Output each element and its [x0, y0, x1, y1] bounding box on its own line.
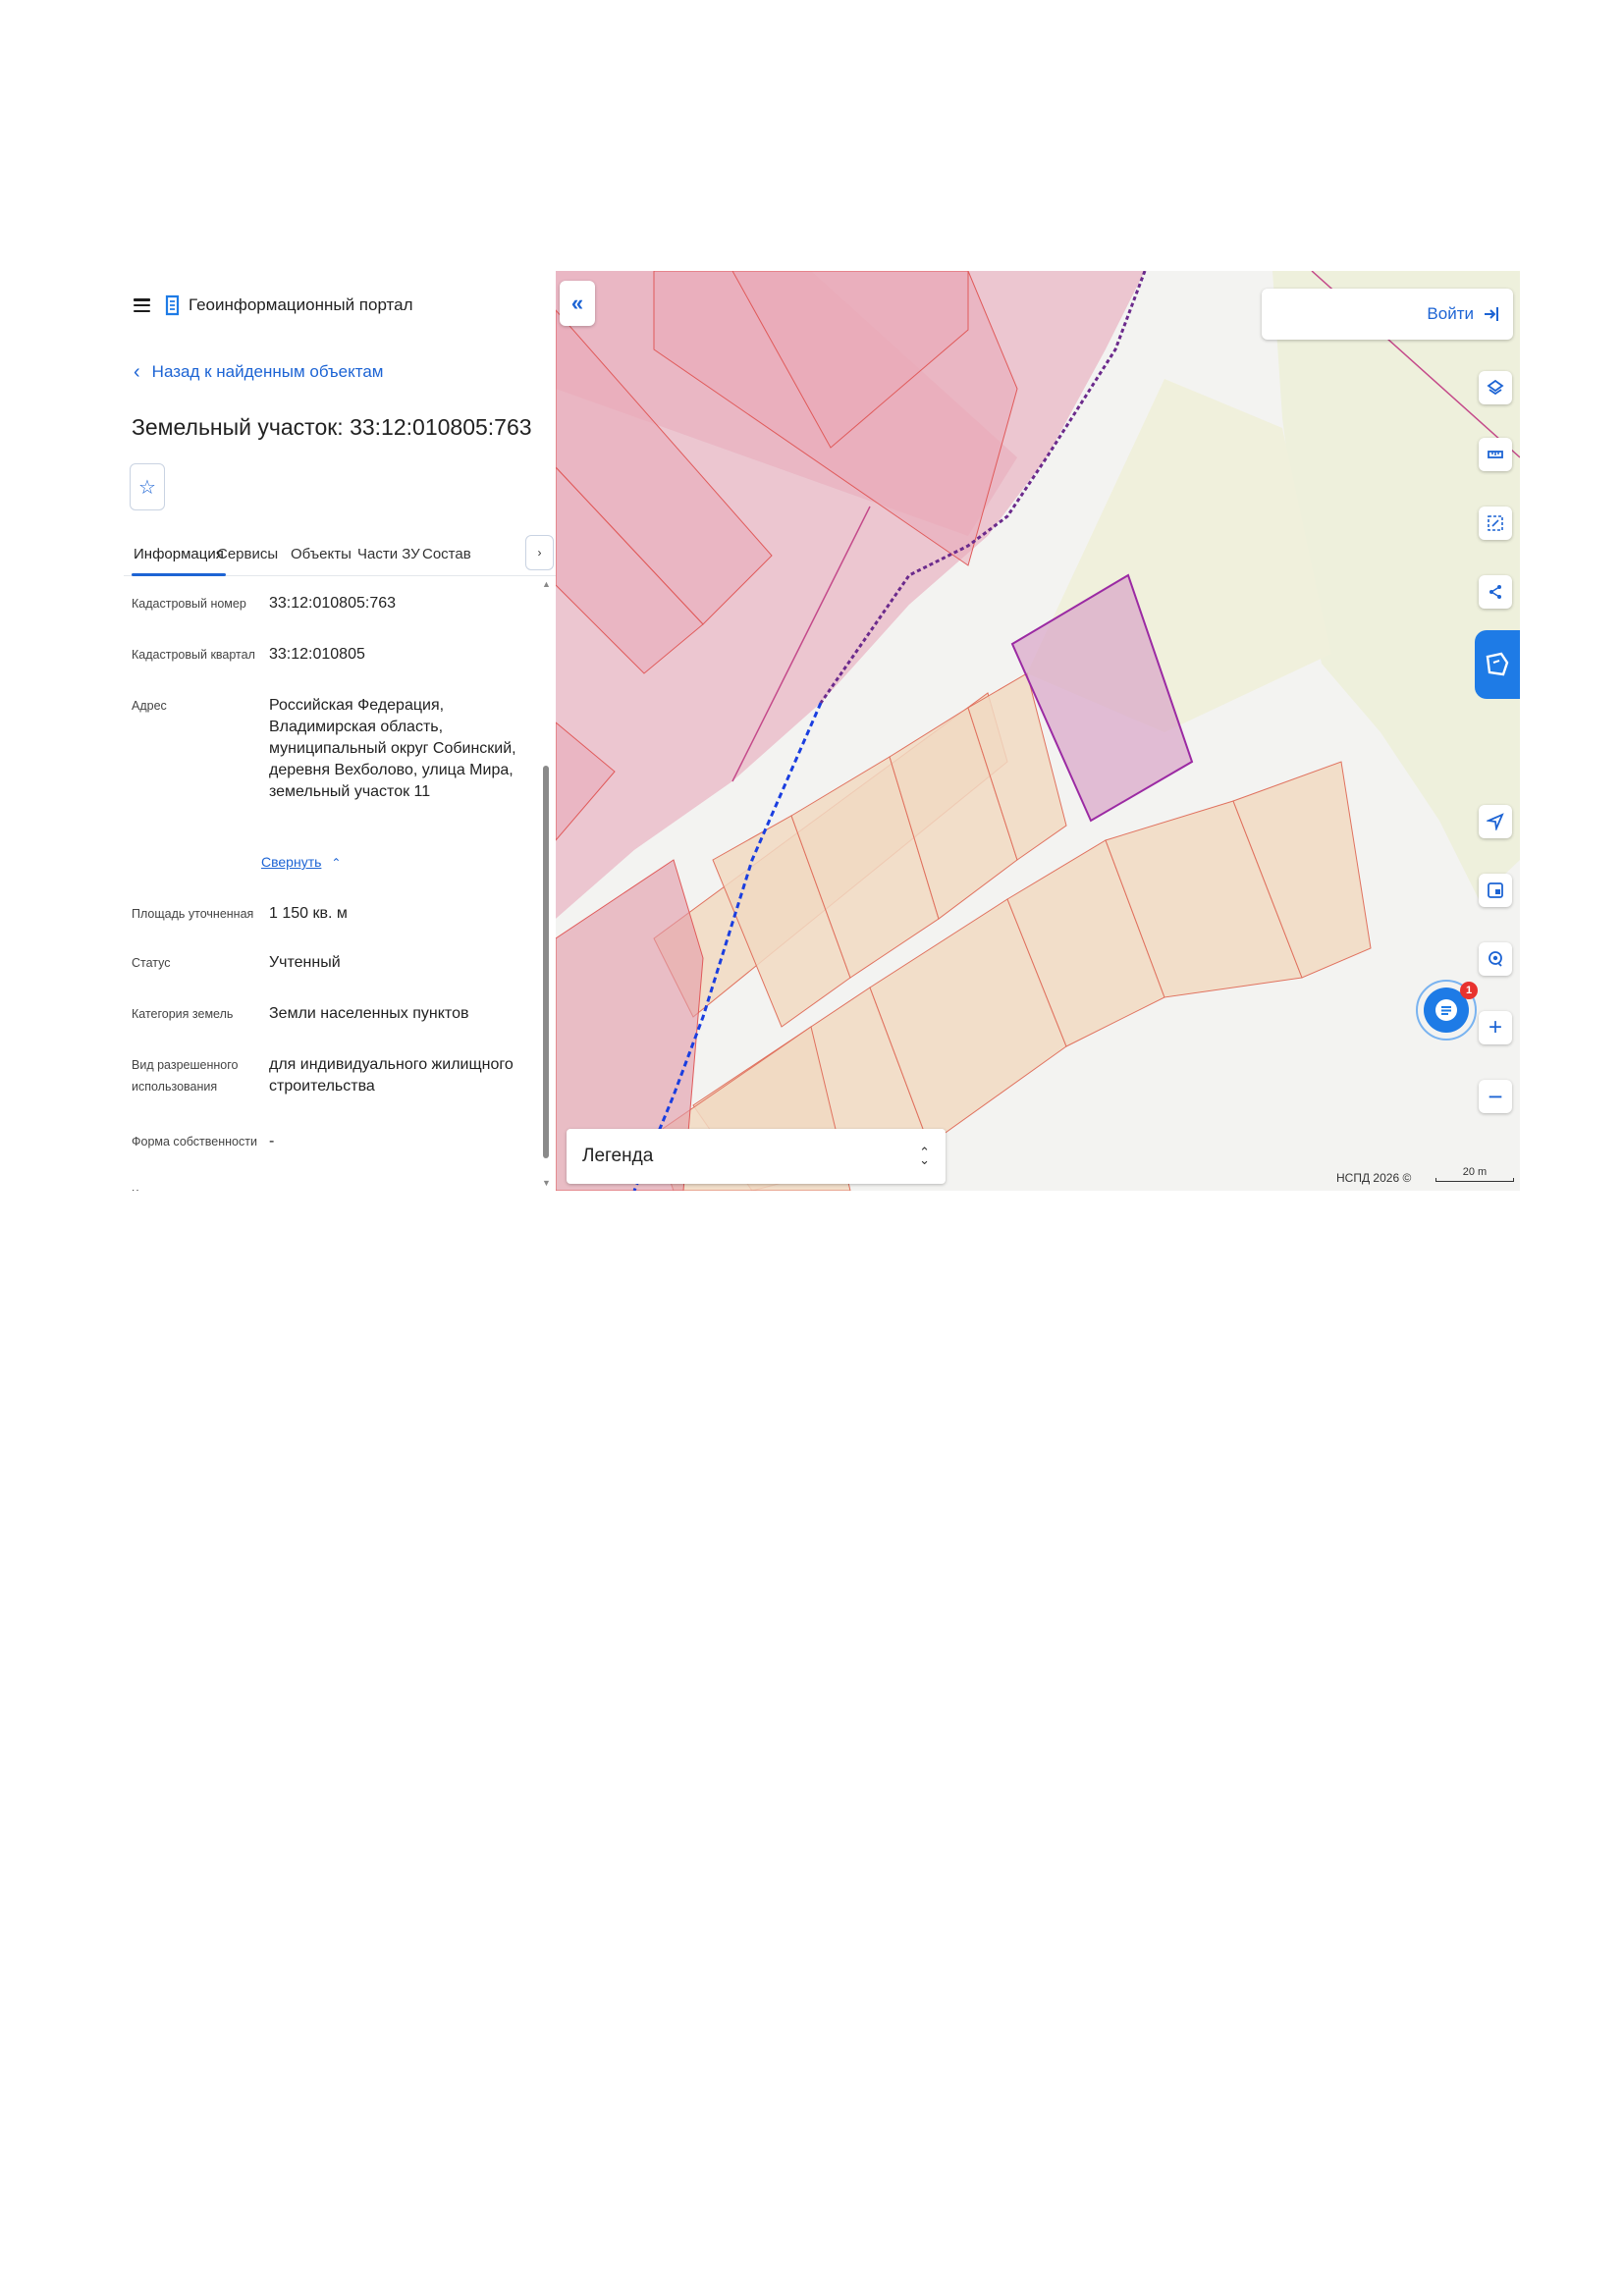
zoom-out-icon: − [1488, 1082, 1503, 1111]
address-line: деревня Вехболово, улица Мира, [269, 762, 514, 778]
detail-value: 1 150 кв. м [269, 905, 348, 922]
detail-value: - [269, 1133, 275, 1149]
star-icon: ☆ [138, 476, 156, 499]
tabs-scroll-right-button[interactable]: › [525, 535, 554, 570]
detail-value-multiline: для индивидуального жилищного строительс… [269, 1054, 524, 1097]
detail-value: Земли населенных пунктов [269, 1005, 469, 1022]
detail-key: Статус [132, 956, 171, 970]
chat-icon [1435, 999, 1457, 1021]
address-line: Российская Федерация, [269, 697, 445, 714]
map-scale: 20 m [1435, 1166, 1514, 1182]
select-area-button[interactable] [1479, 507, 1512, 540]
tab-composition[interactable]: Состав [422, 546, 471, 562]
detail-key: Площадь уточненная [132, 907, 254, 921]
zoom-out-button[interactable]: − [1479, 1080, 1512, 1113]
value-line: строительства [269, 1078, 375, 1095]
detail-key: Адрес [132, 699, 167, 713]
back-link-label: Назад к найденным объектам [151, 362, 384, 381]
key-line: Вид разрешенного [132, 1058, 239, 1072]
pin-search-icon [1489, 951, 1502, 967]
share-button[interactable] [1479, 575, 1512, 609]
portal-logo-icon [165, 294, 180, 316]
portal-brand[interactable]: Геоинформационный портал [189, 295, 413, 315]
address-line: муниципальный округ Собинский, [269, 740, 516, 757]
favorite-button[interactable]: ☆ [130, 463, 165, 510]
value-line: для индивидуального жилищного [269, 1056, 514, 1073]
tab-objects[interactable]: Объекты [291, 546, 352, 562]
legend-label: Легенда [582, 1146, 654, 1166]
scale-label: 20 m [1462, 1166, 1488, 1178]
detail-value: - [269, 1184, 524, 1191]
tab-information[interactable]: Информация [132, 546, 226, 576]
side-panel-tab[interactable] [1475, 630, 1520, 699]
key-line: использования [132, 1080, 218, 1094]
legend-dropdown[interactable]: Легенда ⌃ ⌄ [567, 1129, 946, 1184]
detail-value: Учтенный [269, 954, 341, 971]
tab-parts[interactable]: Части ЗУ [357, 546, 420, 562]
chat-notification-badge: 1 [1460, 982, 1478, 999]
detail-key: Кадастровый квартал [132, 648, 255, 662]
measure-button[interactable] [1479, 438, 1512, 471]
detail-key: Категория земель [132, 1007, 234, 1021]
collapse-address-link[interactable]: Свернуть ⌃ [261, 854, 341, 870]
detail-value: 33:12:010805:763 [269, 595, 397, 612]
details-list: Кадастровый номер 33:12:010805:763 Кадас… [124, 575, 546, 1191]
address-line: Владимирская область, [269, 719, 444, 735]
geolocation-button[interactable] [1479, 805, 1512, 838]
detail-key: Кадастровый номер [132, 597, 246, 611]
minimap-icon [1488, 882, 1503, 898]
select-area-icon [1488, 515, 1503, 531]
panel-scrollbar[interactable]: ▲ ▼ [542, 579, 551, 1188]
tab-services[interactable]: Сервисы [217, 546, 278, 562]
address-line: земельный участок 11 [269, 783, 431, 800]
layers-icon [1487, 379, 1504, 396]
app-header: Геоинформационный портал [134, 291, 413, 320]
scale-bar [1435, 1178, 1514, 1182]
pin-search-button[interactable] [1479, 942, 1512, 976]
zoom-in-icon: + [1488, 1014, 1502, 1041]
scrollbar-thumb[interactable] [543, 766, 549, 1158]
screenshot-frame: Геоинформационный портал ‹ Назад к найде… [124, 271, 1520, 1191]
chevron-left-icon: ‹ [134, 361, 140, 383]
map-view[interactable]: « Войти + − 1 Легенда ⌃ ⌄ НСПД 2026 © 20… [556, 271, 1520, 1191]
map-attribution: НСПД 2026 © [1336, 1171, 1412, 1185]
login-icon [1485, 307, 1498, 321]
scroll-up-arrow-icon[interactable]: ▲ [542, 579, 551, 589]
detail-value: 33:12:010805 [269, 646, 365, 663]
map-canvas[interactable] [556, 271, 1520, 1191]
zoom-in-button[interactable]: + [1479, 1011, 1512, 1044]
page-title: Земельный участок: 33:12:010805:763 [132, 414, 532, 440]
share-icon [1489, 585, 1501, 599]
chat-button[interactable]: 1 [1416, 980, 1478, 1041]
detail-value-address: Российская Федерация, Владимирская облас… [269, 695, 524, 803]
double-chevron-left-icon: « [570, 291, 584, 315]
login-button[interactable]: Войти [1262, 289, 1513, 340]
map-region-icon [1486, 652, 1509, 676]
collapse-panel-button[interactable]: « [560, 281, 595, 326]
tab-bar: Информация Сервисы Объекты Части ЗУ Сост… [124, 532, 556, 576]
scroll-down-arrow-icon[interactable]: ▼ [542, 1178, 551, 1188]
object-info-panel: Геоинформационный портал ‹ Назад к найде… [124, 271, 556, 1191]
detail-key: Форма собственности [132, 1135, 257, 1148]
ruler-icon [1488, 451, 1503, 458]
menu-icon[interactable] [134, 298, 150, 312]
collapse-label: Свернуть [261, 854, 322, 870]
expand-collapse-icon: ⌃ ⌄ [919, 1145, 930, 1167]
detail-key-multiline: Вид разрешенного использования [132, 1054, 259, 1097]
minimap-button[interactable] [1479, 874, 1512, 907]
chevron-up-icon: ⌃ [331, 856, 342, 870]
layers-button[interactable] [1479, 371, 1512, 404]
chevron-right-icon: › [537, 546, 542, 560]
login-label: Войти [1427, 304, 1474, 323]
back-to-results-link[interactable]: ‹ Назад к найденным объектам [134, 362, 383, 382]
geolocation-icon [1487, 813, 1504, 830]
detail-key: Кадастровая [132, 1184, 259, 1191]
